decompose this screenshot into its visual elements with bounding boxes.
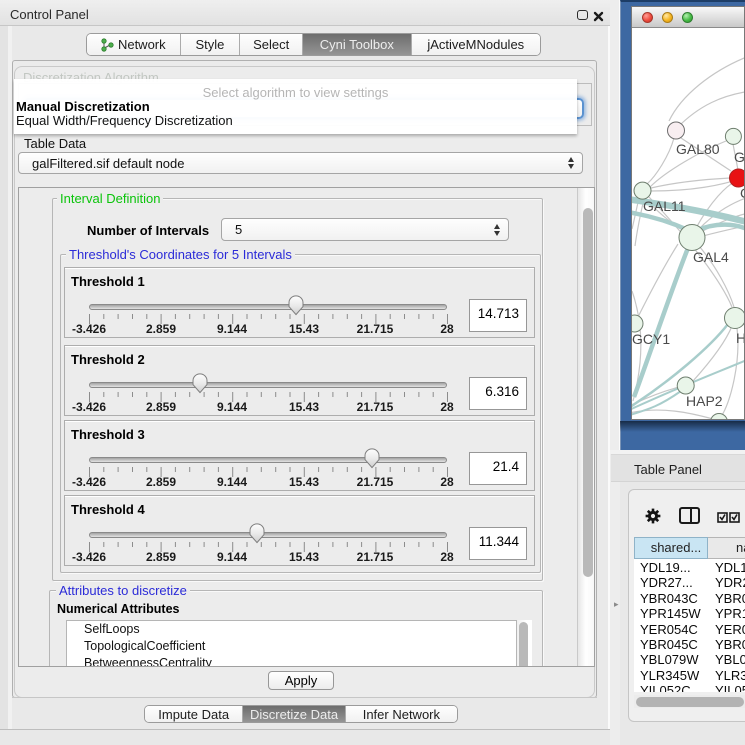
svg-text:GAL11: GAL11 — [643, 198, 686, 214]
svg-text:GAL4: GAL4 — [693, 249, 729, 265]
svg-text:GA: GA — [734, 149, 744, 165]
svg-text:H: H — [736, 330, 744, 346]
svg-text:GAL80: GAL80 — [676, 141, 720, 157]
svg-text:GCY1: GCY1 — [632, 331, 670, 347]
svg-text:HAP2: HAP2 — [686, 393, 723, 409]
svg-text:C: C — [740, 185, 744, 201]
